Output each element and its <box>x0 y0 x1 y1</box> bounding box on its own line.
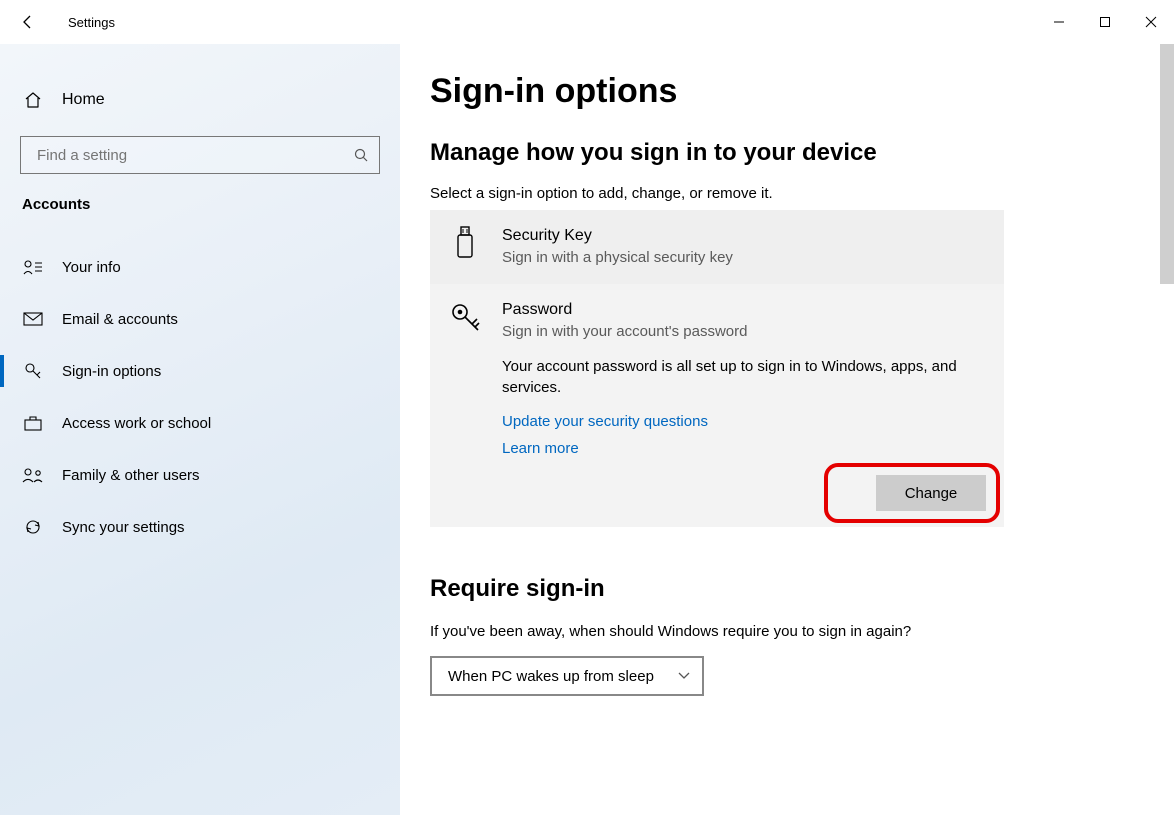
sidebar-item-email[interactable]: Email & accounts <box>0 293 400 345</box>
option-password[interactable]: Password Sign in with your account's pas… <box>430 284 1004 527</box>
password-body-text: Your account password is all set up to s… <box>502 356 986 400</box>
search-input-wrapper[interactable] <box>20 136 380 174</box>
require-question: If you've been away, when should Windows… <box>430 623 1146 640</box>
sidebar-item-label: Sign-in options <box>62 363 161 380</box>
mail-icon <box>22 308 44 330</box>
key-icon <box>22 360 44 382</box>
window-title: Settings <box>68 15 115 30</box>
sidebar-item-signin[interactable]: Sign-in options <box>0 345 400 397</box>
dropdown-value: When PC wakes up from sleep <box>448 668 654 685</box>
close-button[interactable] <box>1128 0 1174 44</box>
search-input[interactable] <box>35 146 353 165</box>
sidebar-home[interactable]: Home <box>20 78 380 122</box>
option-title: Security Key <box>502 226 733 247</box>
people-icon <box>22 464 44 486</box>
manage-heading: Manage how you sign in to your device <box>430 139 1146 167</box>
update-questions-link[interactable]: Update your security questions <box>502 413 986 430</box>
sync-icon <box>22 516 44 538</box>
chevron-down-icon <box>678 672 690 680</box>
sidebar-item-label: Sync your settings <box>62 519 185 536</box>
sidebar-section: Accounts <box>20 196 380 213</box>
scrollbar[interactable] <box>1160 44 1174 284</box>
user-info-icon <box>22 256 44 278</box>
learn-more-link[interactable]: Learn more <box>502 440 986 457</box>
change-button[interactable]: Change <box>876 475 986 511</box>
sidebar: Home Accounts Your info Email & accounts <box>0 44 400 815</box>
back-button[interactable] <box>18 12 38 32</box>
require-dropdown[interactable]: When PC wakes up from sleep <box>430 656 704 696</box>
sidebar-home-label: Home <box>62 91 105 109</box>
sidebar-item-family[interactable]: Family & other users <box>0 449 400 501</box>
require-heading: Require sign-in <box>430 575 1146 603</box>
home-icon <box>22 89 44 111</box>
sidebar-item-your-info[interactable]: Your info <box>0 241 400 293</box>
page-title: Sign-in options <box>430 72 1146 111</box>
titlebar: Settings <box>0 0 1174 44</box>
sidebar-item-work[interactable]: Access work or school <box>0 397 400 449</box>
sidebar-item-label: Family & other users <box>62 467 200 484</box>
maximize-button[interactable] <box>1082 0 1128 44</box>
sidebar-item-sync[interactable]: Sync your settings <box>0 501 400 553</box>
key-large-icon <box>448 300 482 334</box>
briefcase-icon <box>22 412 44 434</box>
sidebar-item-label: Access work or school <box>62 415 211 432</box>
option-security-key[interactable]: Security Key Sign in with a physical sec… <box>430 210 1004 284</box>
option-subtitle: Sign in with a physical security key <box>502 247 733 268</box>
search-icon <box>353 147 369 163</box>
minimize-button[interactable] <box>1036 0 1082 44</box>
usb-key-icon <box>448 226 482 260</box>
sidebar-item-label: Your info <box>62 259 121 276</box>
main-content: Sign-in options Manage how you sign in t… <box>400 44 1174 815</box>
instruction-text: Select a sign-in option to add, change, … <box>430 185 1146 202</box>
option-title: Password <box>502 300 748 321</box>
sidebar-item-label: Email & accounts <box>62 311 178 328</box>
option-subtitle: Sign in with your account's password <box>502 321 748 342</box>
